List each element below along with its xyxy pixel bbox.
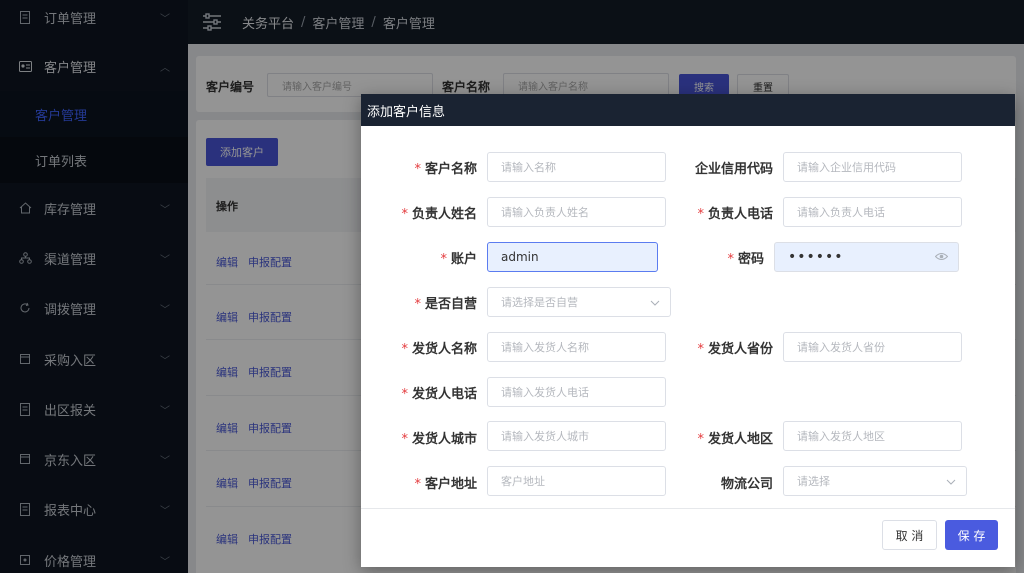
required-mark: * bbox=[401, 432, 408, 447]
dialog-footer-divider bbox=[361, 508, 1015, 509]
owner-name-label: * 负责人姓名 bbox=[401, 207, 477, 222]
required-mark: * bbox=[697, 432, 704, 447]
password-input[interactable]: •••••• bbox=[774, 242, 959, 272]
sender-name-input[interactable]: 请输入发货人名称 bbox=[487, 332, 666, 362]
required-mark: * bbox=[401, 342, 408, 357]
chevron-down-icon bbox=[946, 475, 956, 488]
save-button[interactable]: 保 存 bbox=[945, 520, 998, 550]
account-input[interactable]: admin bbox=[487, 242, 658, 272]
required-mark: * bbox=[401, 387, 408, 402]
dialog-header: 添加客户信息 bbox=[361, 94, 1015, 126]
sender-province-label: * 发货人省份 bbox=[697, 342, 773, 357]
sender-phone-input[interactable]: 请输入发货人电话 bbox=[487, 377, 666, 407]
password-label: * 密码 bbox=[727, 252, 764, 267]
required-mark: * bbox=[401, 207, 408, 222]
eye-icon[interactable] bbox=[934, 251, 949, 264]
self-operated-placeholder: 请选择是否自营 bbox=[501, 296, 578, 309]
logistics-label: 物流公司 bbox=[720, 477, 773, 492]
owner-name-input[interactable]: 请输入负责人姓名 bbox=[487, 197, 666, 227]
self-operated-select[interactable]: 请选择是否自营 bbox=[487, 287, 671, 317]
cancel-button[interactable]: 取 消 bbox=[882, 520, 937, 550]
required-mark: * bbox=[414, 162, 421, 177]
customer-address-label: * 客户地址 bbox=[414, 477, 477, 492]
password-value: •••••• bbox=[788, 249, 844, 265]
required-mark: * bbox=[697, 342, 704, 357]
sender-region-label: * 发货人地区 bbox=[697, 432, 773, 447]
customer-address-input[interactable]: 客户地址 bbox=[487, 466, 666, 496]
required-mark: * bbox=[414, 477, 421, 492]
credit-code-label: 企业信用代码 bbox=[694, 162, 773, 177]
sender-phone-label: * 发货人电话 bbox=[401, 387, 477, 402]
sender-province-input[interactable]: 请输入发货人省份 bbox=[783, 332, 962, 362]
dialog-title: 添加客户信息 bbox=[367, 104, 446, 120]
sender-region-input[interactable]: 请输入发货人地区 bbox=[783, 421, 962, 451]
logistics-placeholder: 请选择 bbox=[797, 475, 830, 488]
add-customer-dialog: 添加客户信息 * 客户名称 请输入名称 企业信用代码 请输入企业信用代码 * 负责人… bbox=[361, 94, 1015, 567]
customer-name-input[interactable]: 请输入名称 bbox=[487, 152, 666, 182]
required-mark: * bbox=[727, 252, 734, 267]
chevron-down-icon bbox=[650, 296, 660, 309]
logistics-select[interactable]: 请选择 bbox=[783, 466, 967, 496]
required-mark: * bbox=[414, 297, 421, 312]
sender-city-label: * 发货人城市 bbox=[401, 432, 477, 447]
required-mark: * bbox=[440, 252, 447, 267]
self-operated-label: * 是否自营 bbox=[414, 297, 477, 312]
owner-phone-label: * 负责人电话 bbox=[697, 207, 773, 222]
account-label: * 账户 bbox=[440, 252, 477, 267]
customer-name-label: * 客户名称 bbox=[414, 162, 477, 177]
owner-phone-input[interactable]: 请输入负责人电话 bbox=[783, 197, 962, 227]
required-mark: * bbox=[697, 207, 704, 222]
sender-name-label: * 发货人名称 bbox=[401, 342, 477, 357]
credit-code-input[interactable]: 请输入企业信用代码 bbox=[783, 152, 962, 182]
sender-city-input[interactable]: 请输入发货人城市 bbox=[487, 421, 666, 451]
